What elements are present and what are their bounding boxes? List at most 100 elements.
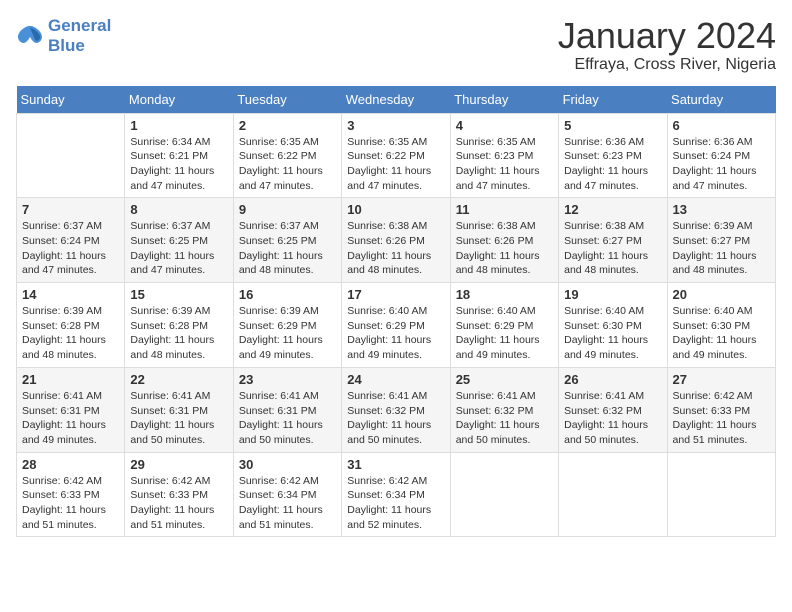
day-number: 4 xyxy=(456,118,553,133)
day-info: Sunrise: 6:34 AM Sunset: 6:21 PM Dayligh… xyxy=(130,135,227,194)
day-info: Sunrise: 6:40 AM Sunset: 6:29 PM Dayligh… xyxy=(347,304,444,363)
calendar-week-row: 1 Sunrise: 6:34 AM Sunset: 6:21 PM Daylig… xyxy=(17,113,776,198)
calendar-cell: 5 Sunrise: 6:36 AM Sunset: 6:23 PM Daylig… xyxy=(559,113,667,198)
logo-bird-icon xyxy=(16,24,44,48)
day-number: 14 xyxy=(22,287,119,302)
day-info: Sunrise: 6:37 AM Sunset: 6:25 PM Dayligh… xyxy=(130,219,227,278)
day-number: 12 xyxy=(564,202,661,217)
weekday-header: Sunday xyxy=(17,86,125,114)
day-info: Sunrise: 6:41 AM Sunset: 6:31 PM Dayligh… xyxy=(130,389,227,448)
calendar-cell: 16 Sunrise: 6:39 AM Sunset: 6:29 PM Dayli… xyxy=(233,283,341,368)
logo-text: General Blue xyxy=(48,16,111,55)
calendar-cell: 11Sunrise: 6:38 AM Sunset: 6:26 PM Dayli… xyxy=(450,198,558,283)
day-info: Sunrise: 6:35 AM Sunset: 6:22 PM Dayligh… xyxy=(347,135,444,194)
weekday-header-row: SundayMondayTuesdayWednesdayThursdayFrid… xyxy=(17,86,776,114)
day-number: 27 xyxy=(673,372,770,387)
day-info: Sunrise: 6:41 AM Sunset: 6:32 PM Dayligh… xyxy=(347,389,444,448)
day-number: 16 xyxy=(239,287,336,302)
day-number: 5 xyxy=(564,118,661,133)
day-info: Sunrise: 6:42 AM Sunset: 6:34 PM Dayligh… xyxy=(239,474,336,533)
title-area: January 2024 Effraya, Cross River, Niger… xyxy=(558,16,776,74)
calendar-week-row: 14 Sunrise: 6:39 AM Sunset: 6:28 PM Dayli… xyxy=(17,283,776,368)
calendar-cell: 12 Sunrise: 6:38 AM Sunset: 6:27 PM Dayli… xyxy=(559,198,667,283)
calendar-cell: 27 Sunrise: 6:42 AM Sunset: 6:33 PM Dayli… xyxy=(667,367,775,452)
calendar-cell xyxy=(667,452,775,537)
day-number: 3 xyxy=(347,118,444,133)
calendar-cell: 30 Sunrise: 6:42 AM Sunset: 6:34 PM Dayli… xyxy=(233,452,341,537)
day-info: Sunrise: 6:39 AM Sunset: 6:27 PM Dayligh… xyxy=(673,219,770,278)
day-info: Sunrise: 6:37 AM Sunset: 6:24 PM Dayligh… xyxy=(22,219,119,278)
day-number: 13 xyxy=(673,202,770,217)
calendar-cell: 29 Sunrise: 6:42 AM Sunset: 6:33 PM Dayli… xyxy=(125,452,233,537)
day-info: Sunrise: 6:42 AM Sunset: 6:33 PM Dayligh… xyxy=(673,389,770,448)
calendar-cell: 18Sunrise: 6:40 AM Sunset: 6:29 PM Dayli… xyxy=(450,283,558,368)
weekday-header: Monday xyxy=(125,86,233,114)
calendar-cell: 23Sunrise: 6:41 AM Sunset: 6:31 PM Dayli… xyxy=(233,367,341,452)
calendar-cell: 9Sunrise: 6:37 AM Sunset: 6:25 PM Daylig… xyxy=(233,198,341,283)
day-info: Sunrise: 6:41 AM Sunset: 6:31 PM Dayligh… xyxy=(22,389,119,448)
day-info: Sunrise: 6:40 AM Sunset: 6:30 PM Dayligh… xyxy=(673,304,770,363)
calendar-cell: 13 Sunrise: 6:39 AM Sunset: 6:27 PM Dayli… xyxy=(667,198,775,283)
day-number: 21 xyxy=(22,372,119,387)
calendar-week-row: 21 Sunrise: 6:41 AM Sunset: 6:31 PM Dayli… xyxy=(17,367,776,452)
day-info: Sunrise: 6:38 AM Sunset: 6:26 PM Dayligh… xyxy=(347,219,444,278)
logo: General Blue xyxy=(16,16,111,55)
day-number: 29 xyxy=(130,457,227,472)
calendar-week-row: 28 Sunrise: 6:42 AM Sunset: 6:33 PM Dayli… xyxy=(17,452,776,537)
calendar-cell: 24Sunrise: 6:41 AM Sunset: 6:32 PM Dayli… xyxy=(342,367,450,452)
calendar-cell xyxy=(17,113,125,198)
calendar-cell: 26Sunrise: 6:41 AM Sunset: 6:32 PM Dayli… xyxy=(559,367,667,452)
day-info: Sunrise: 6:39 AM Sunset: 6:28 PM Dayligh… xyxy=(22,304,119,363)
weekday-header: Saturday xyxy=(667,86,775,114)
day-info: Sunrise: 6:35 AM Sunset: 6:23 PM Dayligh… xyxy=(456,135,553,194)
day-number: 8 xyxy=(130,202,227,217)
calendar-cell: 15Sunrise: 6:39 AM Sunset: 6:28 PM Dayli… xyxy=(125,283,233,368)
calendar-cell: 17 Sunrise: 6:40 AM Sunset: 6:29 PM Dayli… xyxy=(342,283,450,368)
weekday-header: Friday xyxy=(559,86,667,114)
calendar-cell: 2Sunrise: 6:35 AM Sunset: 6:22 PM Daylig… xyxy=(233,113,341,198)
day-number: 25 xyxy=(456,372,553,387)
day-number: 6 xyxy=(673,118,770,133)
day-info: Sunrise: 6:41 AM Sunset: 6:32 PM Dayligh… xyxy=(564,389,661,448)
day-number: 7 xyxy=(22,202,119,217)
calendar-cell: 31 Sunrise: 6:42 AM Sunset: 6:34 PM Dayli… xyxy=(342,452,450,537)
calendar-cell: 8 Sunrise: 6:37 AM Sunset: 6:25 PM Daylig… xyxy=(125,198,233,283)
day-number: 19 xyxy=(564,287,661,302)
day-info: Sunrise: 6:42 AM Sunset: 6:33 PM Dayligh… xyxy=(130,474,227,533)
day-info: Sunrise: 6:40 AM Sunset: 6:30 PM Dayligh… xyxy=(564,304,661,363)
day-info: Sunrise: 6:38 AM Sunset: 6:26 PM Dayligh… xyxy=(456,219,553,278)
weekday-header: Thursday xyxy=(450,86,558,114)
calendar-week-row: 7 Sunrise: 6:37 AM Sunset: 6:24 PM Daylig… xyxy=(17,198,776,283)
calendar-title: January 2024 xyxy=(558,16,776,56)
day-number: 18 xyxy=(456,287,553,302)
calendar-cell: 4 Sunrise: 6:35 AM Sunset: 6:23 PM Daylig… xyxy=(450,113,558,198)
day-info: Sunrise: 6:41 AM Sunset: 6:31 PM Dayligh… xyxy=(239,389,336,448)
calendar-cell: 1 Sunrise: 6:34 AM Sunset: 6:21 PM Daylig… xyxy=(125,113,233,198)
day-number: 17 xyxy=(347,287,444,302)
day-number: 20 xyxy=(673,287,770,302)
day-info: Sunrise: 6:36 AM Sunset: 6:24 PM Dayligh… xyxy=(673,135,770,194)
weekday-header: Wednesday xyxy=(342,86,450,114)
calendar-cell xyxy=(450,452,558,537)
day-number: 2 xyxy=(239,118,336,133)
day-number: 1 xyxy=(130,118,227,133)
calendar-cell: 20 Sunrise: 6:40 AM Sunset: 6:30 PM Dayli… xyxy=(667,283,775,368)
day-info: Sunrise: 6:38 AM Sunset: 6:27 PM Dayligh… xyxy=(564,219,661,278)
calendar-cell: 25Sunrise: 6:41 AM Sunset: 6:32 PM Dayli… xyxy=(450,367,558,452)
calendar-cell: 3 Sunrise: 6:35 AM Sunset: 6:22 PM Daylig… xyxy=(342,113,450,198)
day-number: 28 xyxy=(22,457,119,472)
calendar-cell: 22 Sunrise: 6:41 AM Sunset: 6:31 PM Dayli… xyxy=(125,367,233,452)
calendar-cell: 7 Sunrise: 6:37 AM Sunset: 6:24 PM Daylig… xyxy=(17,198,125,283)
calendar-cell: 19 Sunrise: 6:40 AM Sunset: 6:30 PM Dayli… xyxy=(559,283,667,368)
calendar-cell: 6 Sunrise: 6:36 AM Sunset: 6:24 PM Daylig… xyxy=(667,113,775,198)
calendar-cell: 21 Sunrise: 6:41 AM Sunset: 6:31 PM Dayli… xyxy=(17,367,125,452)
day-info: Sunrise: 6:39 AM Sunset: 6:29 PM Dayligh… xyxy=(239,304,336,363)
page-header: General Blue January 2024 Effraya, Cross… xyxy=(16,16,776,74)
day-number: 22 xyxy=(130,372,227,387)
day-info: Sunrise: 6:42 AM Sunset: 6:34 PM Dayligh… xyxy=(347,474,444,533)
day-number: 31 xyxy=(347,457,444,472)
day-number: 30 xyxy=(239,457,336,472)
day-info: Sunrise: 6:42 AM Sunset: 6:33 PM Dayligh… xyxy=(22,474,119,533)
calendar-subtitle: Effraya, Cross River, Nigeria xyxy=(558,56,776,74)
day-info: Sunrise: 6:36 AM Sunset: 6:23 PM Dayligh… xyxy=(564,135,661,194)
